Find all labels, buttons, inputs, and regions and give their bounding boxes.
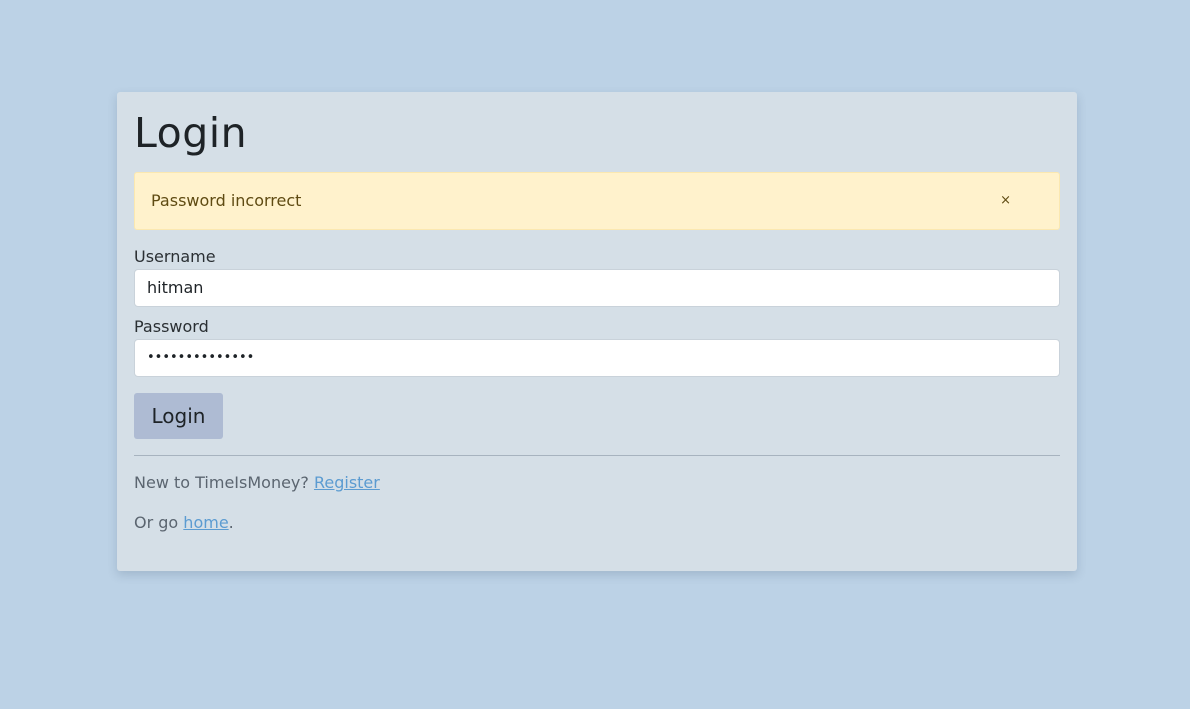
home-link[interactable]: home [183,513,228,532]
alert-message: Password incorrect [151,191,302,210]
password-label: Password [134,317,209,336]
login-button[interactable]: Login [134,393,223,439]
username-field[interactable]: hitman [134,269,1060,307]
username-label: Username [134,247,216,266]
register-link[interactable]: Register [314,473,380,492]
close-icon[interactable]: × [1000,173,1011,229]
login-card: Login Password incorrect × Username hitm… [117,92,1077,571]
page-title: Login [134,109,248,157]
register-prefix: New to TimeIsMoney? [134,473,314,492]
password-field[interactable]: •••••••••••••• [134,339,1060,377]
home-prompt: Or go home. [134,513,1060,533]
register-prompt: New to TimeIsMoney? Register [134,473,1060,493]
divider [134,455,1060,456]
home-suffix: . [228,513,234,532]
error-alert: Password incorrect × [134,172,1060,230]
home-prefix: Or go [134,513,184,532]
